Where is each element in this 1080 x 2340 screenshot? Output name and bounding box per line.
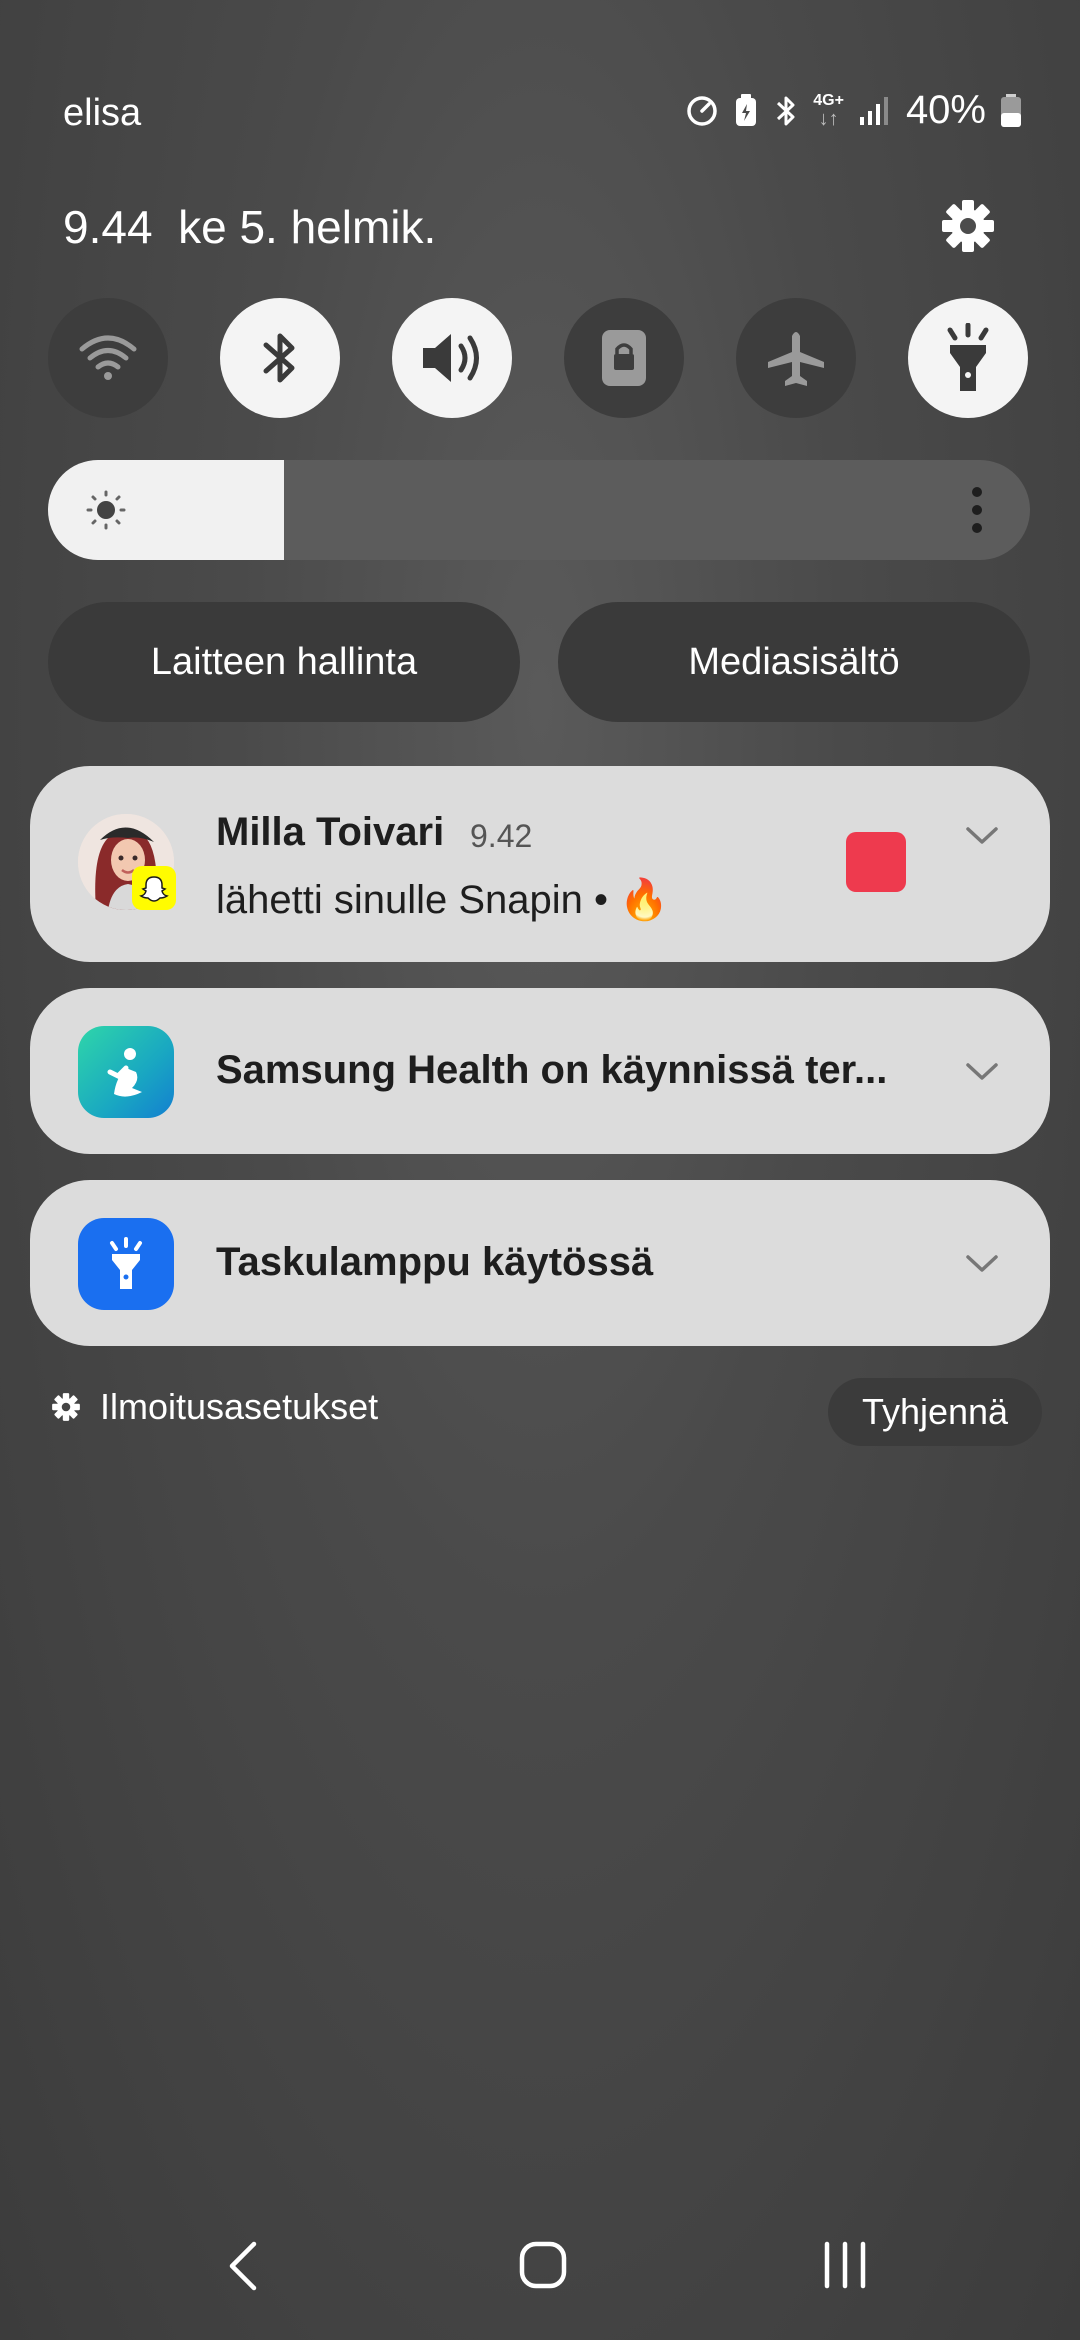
brightness-level — [48, 460, 284, 560]
notification-snapchat[interactable]: Milla Toivari 9.42 lähetti sinulle Snapi… — [30, 766, 1050, 962]
flashlight-icon — [947, 323, 989, 391]
quick-settings — [48, 298, 1028, 418]
status-icons: 4G+ ↓↑ 40% — [685, 88, 1022, 133]
notification-samsung-health[interactable]: Samsung Health on käynnissä ter... — [30, 988, 1050, 1154]
network-4g-icon: 4G+ ↓↑ — [813, 91, 844, 130]
flashlight-app-icon — [78, 1218, 174, 1310]
recent-apps-icon[interactable] — [822, 2240, 868, 2290]
brightness-icon — [86, 490, 126, 530]
settings-button[interactable] — [938, 196, 998, 256]
notification-footer: Ilmoitusasetukset Tyhjennä — [0, 1378, 1080, 1448]
data-saver-icon — [687, 95, 717, 126]
navigation-bar — [0, 2220, 1080, 2310]
notification-title: Taskulamppu käytössä — [216, 1240, 654, 1284]
notification-settings-button[interactable]: Ilmoitusasetukset — [50, 1386, 378, 1428]
chevron-down-icon[interactable] — [964, 824, 1000, 848]
wifi-toggle[interactable] — [48, 298, 168, 418]
samsung-health-icon — [78, 1026, 174, 1118]
bluetooth-toggle[interactable] — [220, 298, 340, 418]
notification-title: Samsung Health on käynnissä ter... — [216, 1048, 888, 1092]
speaker-icon — [423, 334, 479, 382]
date-time: 9.44 ke 5. helmik. — [63, 200, 436, 254]
date: ke 5. helmik. — [178, 201, 437, 253]
flashlight-toggle[interactable] — [908, 298, 1028, 418]
device-control-button[interactable]: Laitteen hallinta — [48, 602, 520, 722]
rotation-lock-toggle[interactable] — [564, 298, 684, 418]
battery-percentage: 40% — [905, 88, 986, 132]
gear-icon — [942, 200, 994, 252]
quick-panel-buttons: Laitteen hallinta Mediasisältö — [48, 602, 1030, 722]
signal-icon — [859, 96, 888, 125]
gear-icon — [52, 1393, 80, 1421]
wifi-icon — [79, 335, 137, 380]
media-output-button[interactable]: Mediasisältö — [558, 602, 1030, 722]
airplane-icon — [768, 332, 824, 386]
notification-settings-label: Ilmoitusasetukset — [100, 1386, 379, 1427]
bluetooth-icon — [777, 96, 795, 125]
more-options-icon[interactable] — [970, 486, 984, 534]
notification-message: lähetti sinulle Snapin • 🔥 — [216, 878, 669, 922]
clock: 9.44 — [63, 201, 153, 253]
notification-time: 9.42 — [470, 818, 533, 854]
notification-sender: Milla Toivari — [216, 810, 445, 854]
brightness-slider[interactable] — [48, 460, 1030, 560]
carrier-name: elisa — [63, 92, 142, 134]
airplane-mode-toggle[interactable] — [736, 298, 856, 418]
chevron-down-icon[interactable] — [964, 1060, 1000, 1084]
sound-toggle[interactable] — [392, 298, 512, 418]
chevron-down-icon[interactable] — [964, 1252, 1000, 1276]
notification-flashlight[interactable]: Taskulamppu käytössä — [30, 1180, 1050, 1346]
snap-indicator — [846, 832, 906, 892]
back-icon[interactable] — [226, 2240, 260, 2292]
snapchat-badge-icon — [132, 866, 176, 910]
lock-icon — [602, 330, 646, 386]
status-bar: elisa 4G+ ↓↑ 40% — [0, 0, 1080, 180]
battery-icon — [1001, 93, 1021, 127]
home-icon[interactable] — [518, 2240, 568, 2290]
clear-all-button[interactable]: Tyhjennä — [828, 1378, 1042, 1446]
battery-saver-icon — [736, 93, 757, 126]
bluetooth-icon — [263, 333, 295, 383]
